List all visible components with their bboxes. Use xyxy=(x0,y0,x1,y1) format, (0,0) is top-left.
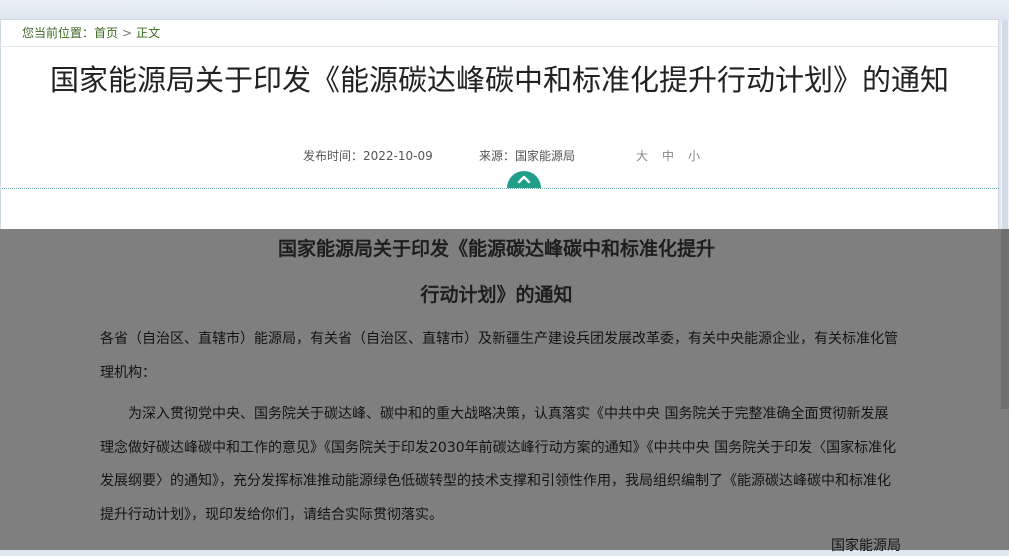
breadcrumb-prefix: 您当前位置： xyxy=(22,26,95,40)
font-size-large-button[interactable]: 大 xyxy=(636,149,648,163)
document-body-paragraph: 为深入贯彻党中央、国务院关于碳达峰、碳中和的重大战略决策，认真落实《中共中央 国… xyxy=(100,406,897,523)
document-title-line1: 国家能源局关于印发《能源碳达峰碳中和标准化提升 xyxy=(277,238,715,260)
font-size-switcher: 大中小 xyxy=(636,148,714,164)
top-band xyxy=(0,0,1009,20)
document-title-line2: 行动计划》的通知 xyxy=(420,284,573,306)
overlay-scrollbar-thumb[interactable] xyxy=(1001,229,1009,409)
breadcrumb-divider xyxy=(0,46,999,47)
article-source: 来源：国家能源局 xyxy=(479,149,576,163)
breadcrumb: 您当前位置：首页 > 正文 xyxy=(22,24,160,42)
breadcrumb-home-link[interactable]: 首页 xyxy=(94,26,118,40)
font-size-small-button[interactable]: 小 xyxy=(688,149,700,163)
breadcrumb-current: 正文 xyxy=(136,26,161,40)
document-addressee: 各省（自治区、直辖市）能源局，有关省（自治区、直辖市）及新疆生产建设兵团发展改革… xyxy=(100,331,898,381)
chevron-up-icon xyxy=(517,175,531,184)
publish-date: 发布时间：2022-10-09 xyxy=(303,149,433,163)
header-divider xyxy=(2,188,999,189)
document-signature: 国家能源局 xyxy=(831,538,901,554)
page-title: 国家能源局关于印发《能源碳达峰碳中和标准化提升行动计划》的通知 xyxy=(49,63,949,97)
breadcrumb-separator: > xyxy=(122,26,133,40)
font-size-medium-button[interactable]: 中 xyxy=(662,149,674,163)
